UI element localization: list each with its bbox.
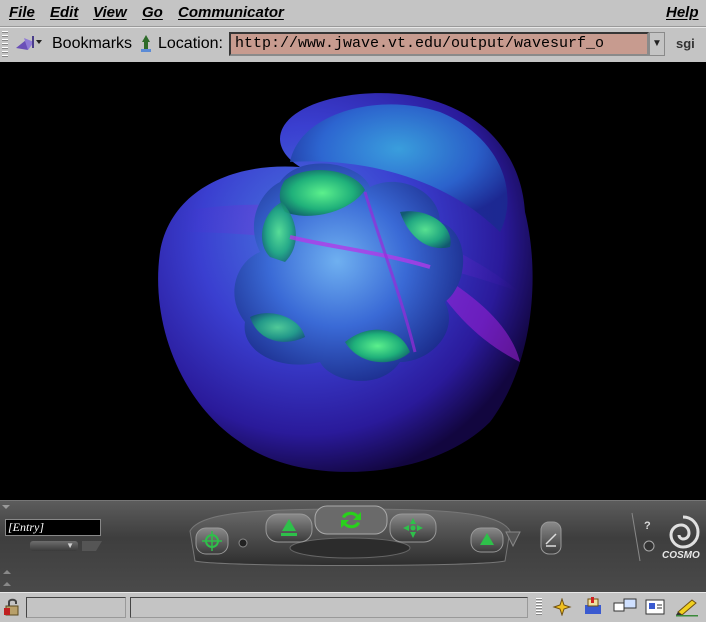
url-input[interactable]: http://www.jwave.vt.edu/output/wavesurf_… xyxy=(229,32,649,56)
menu-view[interactable]: View xyxy=(93,4,127,21)
chevron-down-icon[interactable]: ▼ xyxy=(649,32,665,56)
examine-button[interactable] xyxy=(314,505,388,535)
viewpoint-dropdown[interactable]: ▼ xyxy=(30,541,78,551)
walk-button[interactable] xyxy=(265,513,313,543)
toolbar-grip[interactable] xyxy=(2,31,8,59)
sgi-logo: sgi xyxy=(676,36,695,51)
fly-button[interactable] xyxy=(389,513,437,543)
mail-icon[interactable] xyxy=(582,597,606,617)
status-bar xyxy=(0,592,706,622)
indicator-dot-icon xyxy=(238,538,248,548)
svg-text:?: ? xyxy=(644,520,651,532)
status-grip[interactable] xyxy=(536,598,542,616)
lock-icon[interactable] xyxy=(4,598,22,616)
location-icon[interactable] xyxy=(138,34,154,54)
vrml-viewport[interactable] xyxy=(0,62,706,500)
straighten-button[interactable] xyxy=(540,521,562,555)
cosmo-swirl-icon xyxy=(669,515,700,549)
status-message-cell xyxy=(130,597,528,618)
menu-go[interactable]: Go xyxy=(142,4,163,21)
location-label: Location: xyxy=(158,35,223,52)
tilt-button[interactable] xyxy=(470,527,522,553)
bookmarks-button[interactable]: Bookmarks xyxy=(52,35,132,53)
status-progress-cell xyxy=(26,597,126,618)
edit-pencil-icon[interactable] xyxy=(674,597,700,617)
cosmo-logo: COSMO xyxy=(662,550,700,561)
wave-surface-render[interactable] xyxy=(0,62,706,500)
location-toolbar: Bookmarks Location: http://www.jwave.vt.… xyxy=(0,27,706,63)
seek-button[interactable] xyxy=(195,527,229,555)
discussion-icon[interactable] xyxy=(612,597,638,617)
menu-bar: File Edit View Go Communicator Help xyxy=(0,0,706,27)
menu-file[interactable]: File xyxy=(9,4,35,21)
cosmo-control-panel: [Entry] ▼ ? COSMO xyxy=(0,500,706,593)
menu-edit[interactable]: Edit xyxy=(50,4,78,21)
bookmarks-icon[interactable] xyxy=(14,34,44,54)
menu-help[interactable]: Help xyxy=(666,4,699,21)
menu-communicator[interactable]: Communicator xyxy=(178,4,284,21)
help-icon[interactable]: ? xyxy=(641,517,657,553)
viewpoint-entry-field[interactable]: [Entry] xyxy=(5,519,101,536)
navigator-icon[interactable] xyxy=(552,598,572,616)
chevron-right-icon[interactable] xyxy=(82,541,102,551)
composer-icon[interactable] xyxy=(644,597,666,617)
